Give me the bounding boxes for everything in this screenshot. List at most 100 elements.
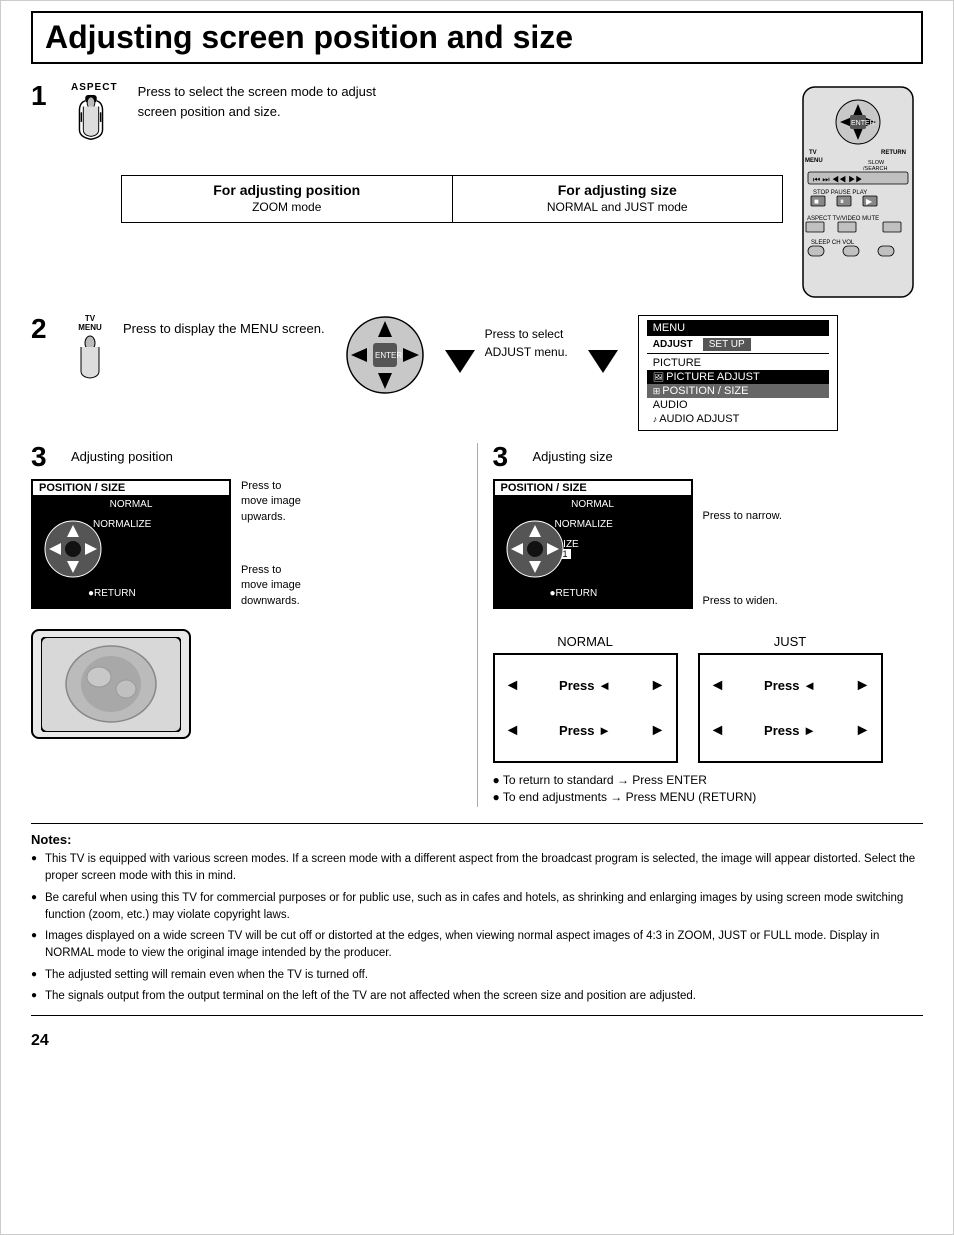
notes-section: Notes: This TV is equipped with various … [31, 823, 923, 1005]
step3-left-label: Adjusting position [71, 443, 173, 464]
press-right-row-normal: ◄ Press ► ► [505, 722, 666, 740]
press-up-annotation: Press to move image upwards. [241, 479, 301, 525]
step3-size-col: 3 Adjusting size POSITION / SIZE NORMAL … [478, 443, 924, 807]
arrow-left-normal-right: ◄ [505, 722, 521, 740]
svg-text:ENTER: ENTER [375, 351, 402, 360]
end-adjustments-bullet: ● To end adjustments → Press MENU (RETUR… [493, 790, 924, 804]
arrow-left-just-left: ◄ [710, 677, 726, 695]
pos-size-title-left: POSITION / SIZE [33, 481, 229, 495]
svg-text:ENTER: ENTER [851, 120, 875, 127]
menu-screenshot: MENU ADJUST SET UP PICTURE 🖼PICTURE ADJU… [638, 315, 838, 431]
dpad-icon: ENTER [345, 315, 425, 395]
step3-right-label: Adjusting size [533, 443, 613, 464]
notes-title: Notes: [31, 832, 923, 847]
svg-text:RETURN: RETURN [881, 150, 906, 156]
menu-item-position-size: ⊞POSITION / SIZE [647, 384, 829, 398]
pos-return-label-right: ●RETURN [550, 588, 598, 599]
menu-setup-tab: SET UP [703, 338, 751, 351]
position-size-box-right: POSITION / SIZE NORMAL NORMALIZE SIZE 1 … [493, 479, 693, 609]
note-item-2: Be careful when using this TV for commer… [31, 890, 923, 925]
step2-number: 2 [31, 315, 61, 343]
step3-right-num: 3 [493, 443, 523, 471]
press-down-annotation: Press to move image downwards. [241, 563, 301, 609]
note-item-3: Images displayed on a wide screen TV wil… [31, 928, 923, 963]
step1-section: 1 ASPECT [31, 82, 923, 305]
normal-press-left-label: Press ◄ [559, 678, 611, 693]
just-mode-label: JUST [698, 634, 883, 649]
page-footer: 24 [31, 1015, 923, 1050]
arrow-right-normal-right: ► [650, 722, 666, 740]
bullet-instructions: ● To return to standard → Press ENTER ● … [493, 773, 924, 804]
press-left-row-just: ◄ Press ◄ ► [710, 677, 871, 695]
svg-text:⏮ ⏭ ◀◀ ▶▶: ⏮ ⏭ ◀◀ ▶▶ [813, 175, 863, 184]
step1-number: 1 [31, 82, 61, 110]
menu-adjust-tab: ADJUST [647, 338, 699, 351]
arrow-down-icon-2 [588, 345, 618, 375]
remote-control-illustration: ENTER TV MENU RETURN SLOW /SEARCH ⏮ ⏭ ◀◀… [793, 82, 923, 305]
mode-table: For adjusting position ZOOM mode For adj… [121, 175, 783, 223]
arrow-right-normal-left: ► [650, 677, 666, 695]
svg-text:/SEARCH: /SEARCH [863, 166, 887, 172]
pos-dpad-right [505, 519, 565, 579]
arrow-down-icon [445, 345, 475, 375]
menu-title-bar: MENU [647, 320, 829, 336]
arrow-right-just-left: ► [855, 677, 871, 695]
just-press-box: ◄ Press ◄ ► ◄ Press ► ► [698, 653, 883, 763]
press-right-row-just: ◄ Press ► ► [710, 722, 871, 740]
press-select-desc: Press to select ADJUST menu. [485, 315, 568, 361]
zoom-mode-label: ZOOM mode [142, 198, 432, 216]
svg-text:⏸: ⏸ [840, 197, 844, 206]
normal-press-right-label: Press ► [559, 723, 611, 738]
press-left-row-normal: ◄ Press ◄ ► [505, 677, 666, 695]
step1-desc-line1: Press to select the screen mode to adjus… [138, 82, 763, 102]
pos-size-title-right: POSITION / SIZE [495, 481, 691, 495]
step1-desc-line2: screen position and size. [138, 102, 763, 122]
normal-mode-label: NORMAL [493, 634, 678, 649]
normal-press-box: ◄ Press ◄ ► ◄ Press ► ► [493, 653, 678, 763]
page-number: 24 [31, 1032, 923, 1050]
tv-menu-label: TVMENU [78, 315, 102, 333]
svg-text:TV: TV [809, 150, 817, 156]
menu-item-picture: PICTURE [647, 356, 829, 370]
size-cell: For adjusting size NORMAL and JUST mode [453, 176, 783, 222]
arrow-left-just-right: ◄ [710, 722, 726, 740]
just-mode-area: JUST ◄ Press ◄ ► ◄ Press ► ► [698, 634, 883, 763]
menu-item-audio: AUDIO [647, 398, 829, 412]
pos-normal-label-right: NORMAL [495, 499, 691, 510]
arrow-left-normal-left: ◄ [505, 677, 521, 695]
step2-section: 2 TVMENU Press to display the MENU scree… [31, 315, 923, 431]
note-item-1: This TV is equipped with various screen … [31, 851, 923, 886]
tv-screen-image [31, 629, 191, 739]
press-narrow-annotation: Press to narrow. [703, 509, 782, 524]
page-title: Adjusting screen position and size [31, 11, 923, 64]
just-press-right-label: Press ► [764, 723, 816, 738]
note-item-5: The signals output from the output termi… [31, 988, 923, 1005]
svg-text:▶: ▶ [866, 197, 873, 206]
hand-press-icon [71, 95, 111, 145]
step2-desc: Press to display the MENU screen. [123, 321, 325, 336]
normal-just-label: NORMAL and JUST mode [473, 198, 763, 216]
step1-description: Press to select the screen mode to adjus… [118, 82, 783, 121]
arrow-right-just-right: ► [855, 722, 871, 740]
menu-item-audio-adjust: ♪AUDIO ADJUST [647, 412, 829, 426]
pos-dpad-left [43, 519, 103, 579]
menu-item-picture-adjust: 🖼PICTURE ADJUST [647, 370, 829, 384]
position-size-box-left: POSITION / SIZE NORMAL NORMALIZE ●RETURN [31, 479, 231, 609]
press-widen-annotation: Press to widen. [703, 594, 782, 609]
pos-return-label-left: ●RETURN [88, 588, 136, 599]
normal-mode-area: NORMAL ◄ Press ◄ ► ◄ Press ► ► [493, 634, 678, 763]
position-cell: For adjusting position ZOOM mode [122, 176, 453, 222]
just-press-left-label: Press ◄ [764, 678, 816, 693]
svg-text:MENU: MENU [805, 158, 823, 164]
svg-text:STOP PAUSE PLAY: STOP PAUSE PLAY [813, 190, 867, 196]
press-boxes-area: NORMAL ◄ Press ◄ ► ◄ Press ► ► [493, 634, 924, 763]
menu-title: MENU [653, 322, 685, 334]
for-size-label: For adjusting size [473, 182, 763, 198]
step3-left-num: 3 [31, 443, 61, 471]
hand-tv-menu-icon [71, 333, 109, 381]
for-position-label: For adjusting position [142, 182, 432, 198]
aspect-label: ASPECT [71, 82, 118, 93]
step1-content: ASPECT [71, 82, 923, 305]
svg-text:ASPECT TV/VIDEO MUTE: ASPECT TV/VIDEO MUTE [807, 216, 879, 222]
step1-icon-area: ASPECT [71, 82, 118, 145]
